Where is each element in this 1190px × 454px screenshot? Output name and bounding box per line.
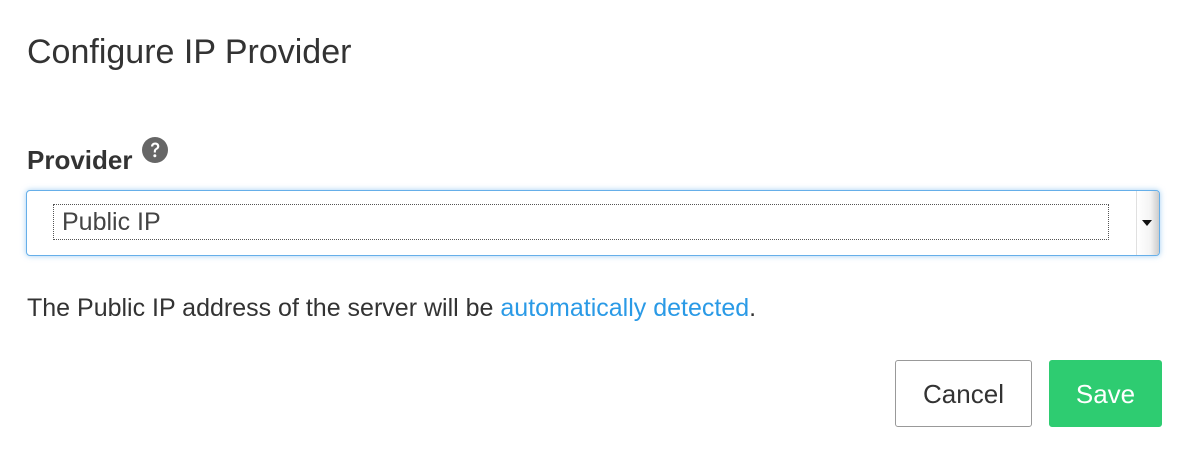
question-circle-icon[interactable] (141, 136, 169, 164)
automatically-detected-link[interactable]: automatically detected (500, 294, 749, 322)
provider-select-value[interactable]: Public IP (53, 204, 1109, 240)
cancel-button[interactable]: Cancel (895, 360, 1032, 427)
provider-description: The Public IP address of the server will… (27, 290, 756, 326)
save-button[interactable]: Save (1049, 360, 1162, 427)
provider-select[interactable]: Public IP (26, 190, 1160, 256)
configure-ip-provider-dialog: Configure IP Provider Provider Public IP… (0, 0, 1190, 454)
provider-select-arrow[interactable] (1136, 191, 1159, 255)
dialog-title: Configure IP Provider (27, 33, 352, 71)
provider-label: Provider (27, 145, 133, 175)
provider-label-row: Provider (27, 136, 169, 184)
chevron-down-icon (1142, 220, 1152, 226)
description-text: The Public IP address of the server will… (27, 294, 501, 322)
description-end: . (749, 294, 757, 322)
